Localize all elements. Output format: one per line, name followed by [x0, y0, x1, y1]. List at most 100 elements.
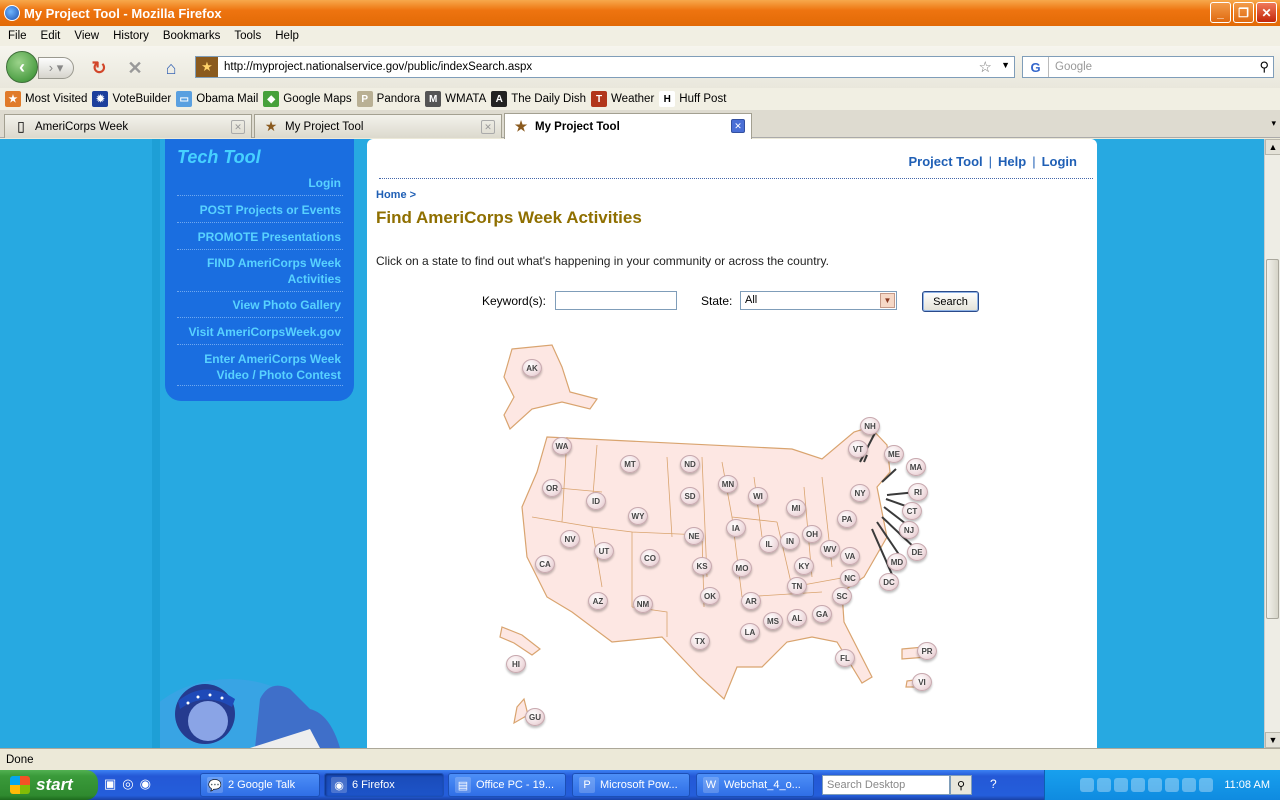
start-button[interactable]: start: [0, 770, 98, 800]
state-marker-ct[interactable]: CT: [902, 502, 922, 520]
state-marker-va[interactable]: VA: [840, 547, 860, 565]
quick-launch[interactable]: ▣◎◉: [104, 776, 157, 792]
clock[interactable]: 11:08 AM: [1224, 779, 1270, 791]
sidebar-item-contest[interactable]: Enter AmeriCorps Week Video / Photo Cont…: [175, 351, 341, 383]
bookmark-votebuilder[interactable]: ✹ VoteBuilder: [92, 91, 171, 107]
sidebar-item-post[interactable]: POST Projects or Events: [175, 202, 341, 218]
state-select[interactable]: All ▼: [740, 291, 897, 310]
state-marker-wi[interactable]: WI: [748, 487, 768, 505]
state-marker-me[interactable]: ME: [884, 445, 904, 463]
link-project-tool[interactable]: Project Tool: [909, 154, 983, 169]
state-marker-nc[interactable]: NC: [840, 569, 860, 587]
tray-icon[interactable]: [1097, 778, 1112, 792]
scroll-down-icon[interactable]: ▼: [1265, 732, 1280, 748]
state-marker-ks[interactable]: KS: [692, 557, 712, 575]
state-marker-md[interactable]: MD: [887, 553, 907, 571]
tab-close-icon[interactable]: ✕: [231, 120, 245, 134]
state-marker-wv[interactable]: WV: [820, 540, 840, 558]
menu-help[interactable]: Help: [267, 30, 305, 42]
maximize-button[interactable]: ❐: [1233, 2, 1254, 23]
minimize-button[interactable]: _: [1210, 2, 1231, 23]
url-bar[interactable]: ★ http://myproject.nationalservice.gov/p…: [195, 56, 1015, 78]
bookmark-weather[interactable]: T Weather: [591, 91, 654, 107]
tray-icon[interactable]: [1165, 778, 1180, 792]
sidebar-item-visit[interactable]: Visit AmeriCorpsWeek.gov: [175, 324, 342, 340]
state-marker-id[interactable]: ID: [586, 492, 606, 510]
task-office-pc[interactable]: ▤ Office PC - 19...: [448, 773, 566, 797]
link-help[interactable]: Help: [998, 154, 1026, 169]
link-login[interactable]: Login: [1042, 154, 1077, 169]
state-marker-dc[interactable]: DC: [879, 573, 899, 591]
menu-view[interactable]: View: [66, 30, 105, 42]
state-marker-wy[interactable]: WY: [628, 507, 648, 525]
state-marker-tn[interactable]: TN: [787, 577, 807, 595]
tray-icon[interactable]: [1199, 778, 1214, 792]
bookmark-huff-post[interactable]: H Huff Post: [659, 91, 726, 107]
tab-close-icon[interactable]: ✕: [481, 120, 495, 134]
menu-history[interactable]: History: [105, 30, 155, 42]
stop-icon[interactable]: ✕: [124, 58, 146, 78]
state-marker-hi[interactable]: HI: [506, 655, 526, 673]
bookmark-wmata[interactable]: M WMATA: [425, 91, 486, 107]
state-marker-la[interactable]: LA: [740, 623, 760, 641]
state-marker-co[interactable]: CO: [640, 549, 660, 567]
state-marker-mt[interactable]: MT: [620, 455, 640, 473]
tray-icon[interactable]: [1131, 778, 1146, 792]
state-marker-pr[interactable]: PR: [917, 642, 937, 660]
state-marker-wa[interactable]: WA: [552, 437, 572, 455]
search-icon[interactable]: ⚲: [1259, 59, 1269, 75]
sidebar-item-find[interactable]: FIND AmeriCorps Week Activities: [175, 255, 341, 287]
web-search-box[interactable]: G Google ⚲: [1022, 56, 1274, 78]
state-marker-gu[interactable]: GU: [525, 708, 545, 726]
scroll-thumb[interactable]: [1266, 259, 1279, 619]
state-marker-nj[interactable]: NJ: [899, 521, 919, 539]
state-marker-mo[interactable]: MO: [732, 559, 752, 577]
state-marker-pa[interactable]: PA: [837, 510, 857, 528]
sidebar-item-photo-gallery[interactable]: View Photo Gallery: [175, 297, 341, 313]
state-marker-ma[interactable]: MA: [906, 458, 926, 476]
tray-icon[interactable]: [1182, 778, 1197, 792]
state-marker-nh[interactable]: NH: [860, 417, 880, 435]
tray-icon[interactable]: [1114, 778, 1129, 792]
tray-icon[interactable]: [1080, 778, 1095, 792]
reload-icon[interactable]: ↻: [88, 58, 110, 78]
state-marker-nv[interactable]: NV: [560, 530, 580, 548]
tab-my-project-tool[interactable]: ★ My Project Tool ✕: [254, 114, 502, 138]
state-marker-oh[interactable]: OH: [802, 525, 822, 543]
task-google-talk[interactable]: 💬 2 Google Talk: [200, 773, 320, 797]
bookmark-google-maps[interactable]: ◆ Google Maps: [263, 91, 352, 107]
us-state-map[interactable]: AK WA MT ND OR ID SD MN WI MI WY NE IA NV UT CO CA KS MO IL…: [492, 337, 952, 729]
scroll-up-icon[interactable]: ▲: [1265, 139, 1280, 155]
bookmark-the-daily-dish[interactable]: A The Daily Dish: [491, 91, 586, 107]
menu-file[interactable]: File: [0, 30, 33, 42]
state-marker-vt[interactable]: VT: [848, 440, 868, 458]
search-engine-icon[interactable]: G: [1023, 57, 1049, 77]
state-marker-ca[interactable]: CA: [535, 555, 555, 573]
task-powerpoint[interactable]: P Microsoft Pow...: [572, 773, 690, 797]
desktop-search-input[interactable]: Search Desktop: [822, 775, 950, 795]
task-webchat[interactable]: W Webchat_4_o...: [696, 773, 814, 797]
state-marker-nm[interactable]: NM: [633, 595, 653, 613]
state-marker-ia[interactable]: IA: [726, 519, 746, 537]
state-marker-vi[interactable]: VI: [912, 673, 932, 691]
state-marker-sc[interactable]: SC: [832, 587, 852, 605]
tray-icon[interactable]: [1148, 778, 1163, 792]
state-marker-ar[interactable]: AR: [741, 592, 761, 610]
menu-bookmarks[interactable]: Bookmarks: [155, 30, 227, 42]
state-marker-or[interactable]: OR: [542, 479, 562, 497]
menu-edit[interactable]: Edit: [33, 30, 67, 42]
state-marker-ny[interactable]: NY: [850, 484, 870, 502]
state-marker-sd[interactable]: SD: [680, 487, 700, 505]
task-firefox[interactable]: ◉ 6 Firefox: [324, 773, 444, 797]
search-button[interactable]: Search: [922, 291, 979, 312]
tab-my-project-tool-active[interactable]: ★ My Project Tool ✕: [504, 113, 752, 139]
state-marker-al[interactable]: AL: [787, 609, 807, 627]
sidebar-item-promote[interactable]: PROMOTE Presentations: [175, 229, 341, 245]
state-marker-az[interactable]: AZ: [588, 592, 608, 610]
state-marker-de[interactable]: DE: [907, 543, 927, 561]
keyword-input[interactable]: [555, 291, 677, 310]
sidebar-item-login[interactable]: Login: [175, 175, 341, 191]
state-marker-ak[interactable]: AK: [522, 359, 542, 377]
state-marker-ga[interactable]: GA: [812, 605, 832, 623]
bookmark-star-icon[interactable]: ☆: [979, 58, 992, 76]
